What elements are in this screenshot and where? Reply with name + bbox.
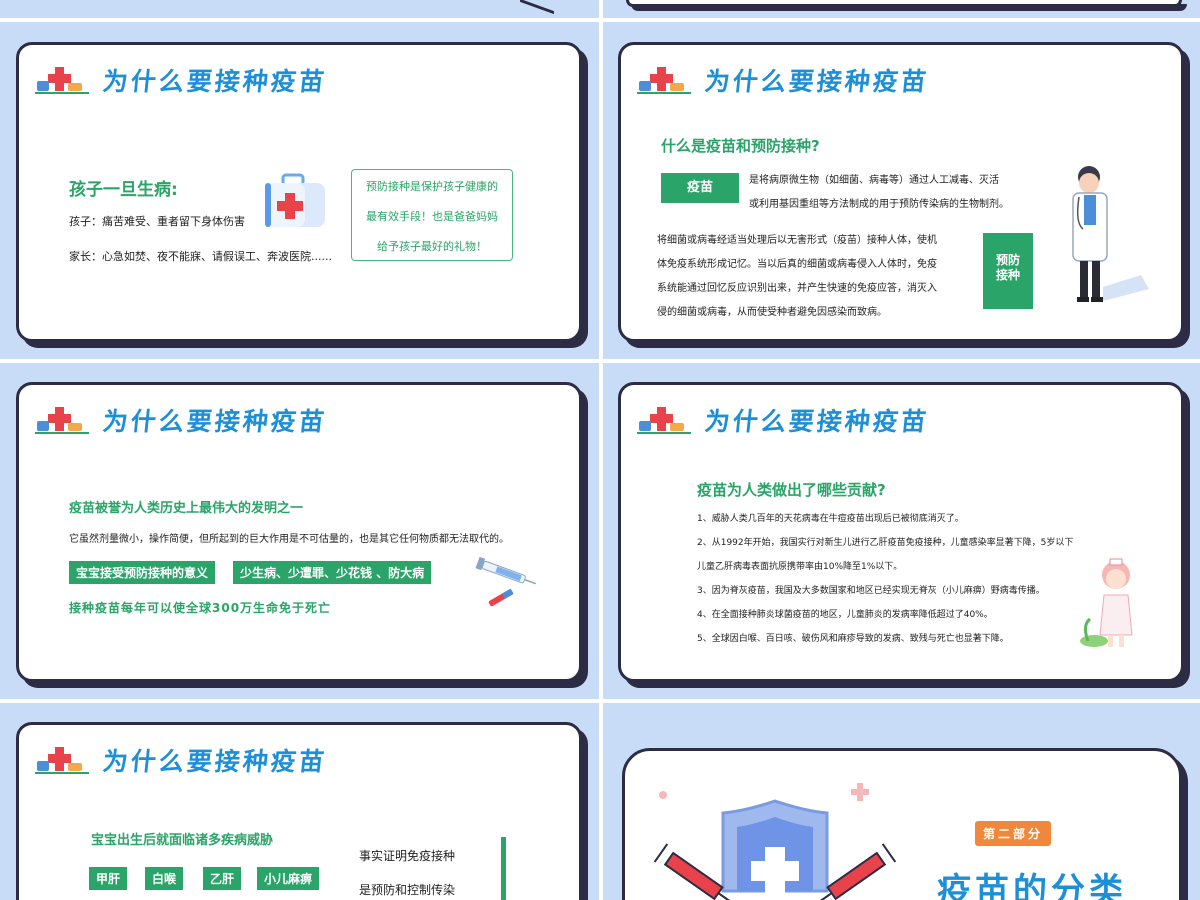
slide-header: 为什么要接种疫苗 (637, 403, 931, 437)
prev-slide-right-remnant (626, 0, 1182, 7)
grid-divider-row1 (0, 18, 1200, 22)
advice-line-3: 给予孩子最好的礼物！ (377, 240, 487, 253)
contribution-item-2: 2、从1992年开始，我国实行对新生儿进行乙肝疫苗免疫接种，儿童感染率显著下降，… (697, 538, 1074, 548)
slide-why-vaccinate-2[interactable]: 为什么要接种疫苗 什么是疫苗和预防接种? 疫苗 是将病原微生物（如细菌、病毒等）… (618, 42, 1184, 342)
medical-cross-logo-icon (35, 65, 89, 95)
slide-title: 为什么要接种疫苗 (101, 407, 329, 436)
grid-divider-vertical (599, 0, 603, 900)
prev-slide-left-remnant (520, 0, 554, 15)
slide-header: 为什么要接种疫苗 (637, 63, 931, 97)
doctor-illustration-icon (1053, 163, 1153, 317)
slide-header: 为什么要接种疫苗 (35, 63, 329, 97)
sick-child-heading: 孩子一旦生病: (69, 180, 178, 200)
vaccination-benefits-tag: 少生病、少遭罪、少花钱 、防大病 (233, 561, 432, 584)
greatest-invention-heading: 疫苗被誉为人类历史上最伟大的发明之一 (69, 501, 304, 516)
vaccine-definition-line-1: 是将病原微生物（如细菌、病毒等）通过人工减毒、灭活 (749, 175, 999, 186)
medical-cross-logo-icon (637, 65, 691, 95)
immunization-fact-line-2: 是预防和控制传染 (359, 883, 456, 897)
disease-threats-heading: 宝宝出生后就面临诸多疾病威胁 (91, 833, 274, 848)
immunization-text-line-4: 侵的细菌或病毒，从而使受种者避免因感染而致病。 (657, 307, 887, 318)
prevent-label-line-1: 预防 (995, 253, 1020, 267)
green-accent-bar (501, 837, 506, 900)
contributions-question: 疫苗为人类做出了哪些贡献? (697, 481, 886, 499)
slide-why-vaccinate-4[interactable]: 为什么要接种疫苗 疫苗为人类做出了哪些贡献? 1、威胁人类几百年的天花病毒在牛痘… (618, 382, 1184, 682)
slide-header: 为什么要接种疫苗 (35, 743, 329, 777)
prevent-label-line-2: 接种 (995, 268, 1020, 282)
slide-why-vaccinate-3[interactable]: 为什么要接种疫苗 疫苗被誉为人类历史上最伟大的发明之一 它虽然剂量微小，操作简便… (16, 382, 582, 682)
immunization-text-line-2: 体免疫系统形成记忆。当以后真的细菌或病毒侵入人体时，免疫 (657, 259, 937, 270)
slide-why-vaccinate-1[interactable]: 为什么要接种疫苗 孩子一旦生病: 孩子：痛苦难受、重者留下身体伤害 家长：心急如… (16, 42, 582, 342)
section-title: 疫苗的分类 (937, 871, 1127, 900)
slide-section-vaccine-types[interactable]: 第二部分 疫苗的分类 (622, 748, 1182, 900)
vaccine-advice-box: 预防接种是保护孩子健康的 最有效手段！也是爸爸妈妈 给予孩子最好的礼物！ (351, 169, 513, 261)
slide-why-vaccinate-5[interactable]: 为什么要接种疫苗 宝宝出生后就面临诸多疾病威胁 甲肝 白喉 乙肝 小儿麻痹 事实… (16, 722, 582, 900)
nurse-illustration-icon (1076, 555, 1146, 655)
slide-title: 为什么要接种疫苗 (703, 67, 931, 96)
immunization-fact-line-1: 事实证明免疫接种 (359, 849, 456, 863)
medical-cross-logo-icon (35, 745, 89, 775)
medical-cross-logo-icon (637, 405, 691, 435)
slide-title: 为什么要接种疫苗 (703, 407, 931, 436)
disease-tag-hepatitis-a: 甲肝 (89, 867, 128, 890)
contribution-item-2-cont: 儿童乙肝病毒表面抗原携带率由10%降至1%以下。 (697, 562, 903, 572)
advice-line-2: 最有效手段！也是爸爸妈妈 (366, 210, 498, 223)
parent-impact-text: 家长：心急如焚、夜不能寐、请假误工、奔波医院...... (69, 250, 332, 263)
contribution-item-5: 5、全球因白喉、百日咳、破伤风和麻疹导致的发病、致残与死亡也显著下降。 (697, 634, 1009, 644)
invention-subtext: 它虽然剂量微小，操作简便，但所起到的巨大作用是不可估量的，也是其它任何物质都无法… (69, 534, 509, 545)
contribution-item-3: 3、因为脊灰疫苗，我国及大多数国家和地区已经实现无脊灰（小儿麻痹）野病毒传播。 (697, 586, 1045, 596)
grid-divider-row3 (0, 699, 1200, 703)
disease-tag-hepatitis-b: 乙肝 (203, 867, 242, 890)
what-is-vaccine-question: 什么是疫苗和预防接种? (661, 137, 820, 155)
part-two-badge: 第二部分 (975, 821, 1052, 846)
advice-line-1: 预防接种是保护孩子健康的 (366, 180, 498, 193)
contribution-item-4: 4、在全面接种肺炎球菌疫苗的地区，儿童肺炎的发病率降低超过了40%。 (697, 610, 993, 620)
disease-tag-diphtheria: 白喉 (145, 867, 184, 890)
immunization-text-line-3: 系统能通过回忆反应识别出来，并产生快速的免疫应答，消灭入 (657, 283, 937, 294)
immunization-text-line-1: 将细菌或病毒经适当处理后以无害形式（疫苗）接种人体，使机 (657, 235, 937, 246)
syringe-illustration-icon (471, 555, 541, 619)
slide-title: 为什么要接种疫苗 (101, 747, 329, 776)
disease-tag-polio: 小儿麻痹 (257, 867, 320, 890)
medical-cross-logo-icon (35, 405, 89, 435)
vaccination-meaning-tag: 宝宝接受预防接种的意义 (69, 561, 216, 584)
contribution-item-1: 1、威胁人类几百年的天花病毒在牛痘疫苗出现后已被彻底消灭了。 (697, 514, 964, 524)
slide-header: 为什么要接种疫苗 (35, 403, 329, 437)
grid-divider-row2 (0, 359, 1200, 363)
vaccine-definition-line-2: 或利用基因重组等方法制成的用于预防传染病的生物制剂。 (749, 199, 1009, 210)
slide-title: 为什么要接种疫苗 (101, 67, 329, 96)
shield-syringe-illustration-icon (625, 751, 945, 900)
first-aid-kit-icon (263, 173, 329, 235)
prevent-vaccination-badge: 预防 接种 (983, 233, 1033, 309)
lives-saved-stat: 接种疫苗每年可以使全球300万生命免于死亡 (69, 601, 332, 615)
vaccine-label-badge: 疫苗 (661, 173, 739, 203)
child-impact-text: 孩子：痛苦难受、重者留下身体伤害 (69, 215, 245, 228)
